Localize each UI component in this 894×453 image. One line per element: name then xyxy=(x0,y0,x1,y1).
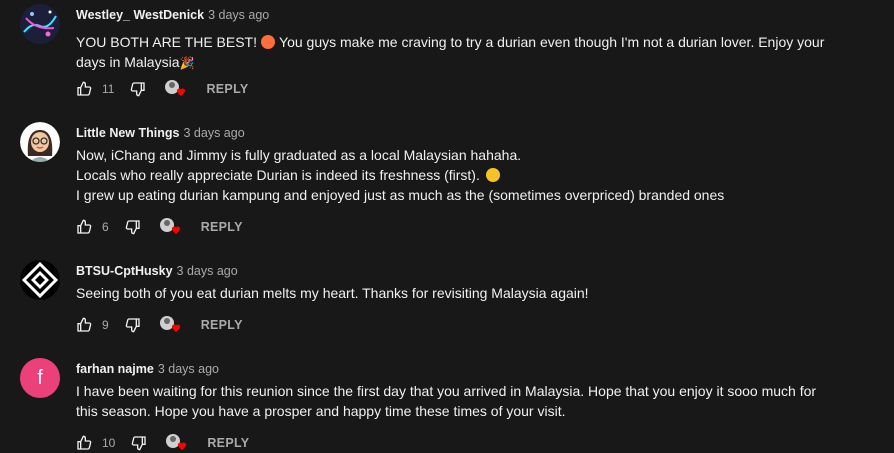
like-icon[interactable] xyxy=(76,435,92,451)
like-count: 6 xyxy=(102,220,109,234)
dislike-icon[interactable] xyxy=(130,81,146,97)
diamond-logo-avatar-icon[interactable] xyxy=(20,260,60,300)
dislike-icon[interactable] xyxy=(131,435,147,451)
wink-emoji-icon xyxy=(485,168,500,182)
author-name[interactable]: farhan najme xyxy=(76,362,154,376)
creator-heart-icon xyxy=(165,433,187,453)
like-count: 10 xyxy=(102,436,116,450)
comment-actions: 11 REPLY xyxy=(76,79,249,99)
comment-text: Now, iChang and Jimmy is fully graduated… xyxy=(76,147,725,203)
reply-button[interactable]: REPLY xyxy=(206,82,248,96)
comment-time[interactable]: 3 days ago xyxy=(158,362,219,376)
cartoon-woman-avatar-icon[interactable] xyxy=(20,122,60,162)
comment-text: I have been waiting for this reunion sin… xyxy=(76,383,817,419)
comment-actions: 9 REPLY xyxy=(76,315,243,335)
author-name[interactable]: BTSU-CptHusky xyxy=(76,264,173,278)
comment-time[interactable]: 3 days ago xyxy=(183,126,244,140)
heart-eyes-emoji-icon xyxy=(261,35,276,49)
creator-heart-icon xyxy=(159,217,181,237)
comment-time[interactable]: 3 days ago xyxy=(177,264,238,278)
like-icon[interactable] xyxy=(76,219,92,235)
comment-time[interactable]: 3 days ago xyxy=(208,8,269,22)
creator-heart-icon xyxy=(164,79,186,99)
avatar-letter: f xyxy=(37,366,43,389)
reply-button[interactable]: REPLY xyxy=(201,220,243,234)
comment-actions: 10 REPLY xyxy=(76,433,249,453)
like-icon[interactable] xyxy=(76,81,92,97)
like-count: 11 xyxy=(102,82,115,96)
galaxy-avatar-icon[interactable] xyxy=(20,4,60,44)
author-name[interactable]: Little New Things xyxy=(76,126,179,140)
reply-button[interactable]: REPLY xyxy=(207,436,249,450)
comment-actions: 6 REPLY xyxy=(76,217,243,237)
comment-text: YOU BOTH ARE THE BEST! You guys make me c… xyxy=(76,34,825,70)
comment-text: Seeing both of you eat durian melts my h… xyxy=(76,285,589,301)
like-count: 9 xyxy=(102,318,109,332)
dislike-icon[interactable] xyxy=(125,317,141,333)
author-name[interactable]: Westley_ WestDenick xyxy=(76,8,204,22)
reply-button[interactable]: REPLY xyxy=(201,318,243,332)
dislike-icon[interactable] xyxy=(125,219,141,235)
party-popper-emoji-icon: 🎉 xyxy=(179,56,195,70)
letter-avatar-icon[interactable]: f xyxy=(20,358,60,398)
creator-heart-icon xyxy=(159,315,181,335)
like-icon[interactable] xyxy=(76,317,92,333)
